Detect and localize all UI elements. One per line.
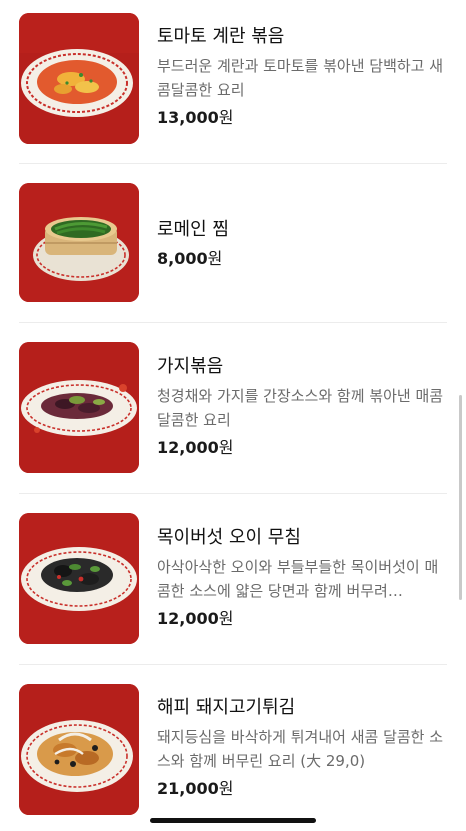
menu-item-price: 13,000원 [157,106,449,130]
menu-item-info: 로메인 찜 8,000원 [157,217,449,271]
menu-item-info: 해피 돼지고기튀김 돼지등심을 바삭하게 튀겨내어 새콤 달콤한 소스와 함께 … [157,695,449,801]
eggplant-stirfry-photo [19,342,139,473]
menu-item-info: 가지볶음 청경채와 가지를 간장소스와 함께 볶아낸 매콤달콤한 요리 12,0… [157,354,449,460]
divider [19,322,447,323]
price-currency: 원 [218,609,234,628]
menu-item-info: 목이버섯 오이 무침 아삭아삭한 오이와 부들부들한 목이버섯이 매콤한 소스에… [157,525,449,631]
menu-item-description: 부드러운 계란과 토마토를 볶아낸 담백하고 새콤달콤한 요리 [157,57,444,99]
tomato-egg-dish-photo [19,13,139,144]
menu-item-description: 돼지등심을 바삭하게 튀겨내어 새콤 달콤한 소스와 함께 버무린 요리 (大 … [157,728,444,770]
menu-item-description: 아삭아삭한 오이와 부들부들한 목이버섯이 매콤한 소스에 얇은 당면과 함께 … [157,558,439,600]
home-indicator[interactable] [150,818,316,823]
menu-item-name: 토마토 계란 볶음 [157,26,285,47]
menu-item-name: 목이버섯 오이 무침 [157,527,301,548]
price-currency: 원 [207,249,223,268]
menu-item-price: 12,000원 [157,607,449,631]
divider [19,664,447,665]
divider [19,493,447,494]
price-amount: 12,000 [157,609,219,628]
price-currency: 원 [218,438,234,457]
menu-item-price: 8,000원 [157,247,449,271]
price-amount: 8,000 [157,249,208,268]
steamed-romaine-photo [19,183,139,302]
price-currency: 원 [218,779,234,798]
price-currency: 원 [218,108,234,127]
sweet-sour-pork-photo [19,684,139,815]
menu-item-info: 토마토 계란 볶음 부드러운 계란과 토마토를 볶아낸 담백하고 새콤달콤한 요… [157,24,449,130]
menu-item-name: 가지볶음 [157,356,224,377]
menu-item-name: 해피 돼지고기튀김 [157,697,296,718]
wood-ear-cucumber-salad-photo [19,513,139,644]
menu-item-price: 21,000원 [157,777,449,801]
menu-item-description: 청경채와 가지를 간장소스와 함께 볶아낸 매콤달콤한 요리 [157,387,444,429]
scrollbar[interactable] [459,395,462,600]
menu-item-name: 로메인 찜 [157,219,229,240]
price-amount: 13,000 [157,108,219,127]
divider [19,163,447,164]
menu-item-price: 12,000원 [157,436,449,460]
price-amount: 12,000 [157,438,219,457]
price-amount: 21,000 [157,779,219,798]
